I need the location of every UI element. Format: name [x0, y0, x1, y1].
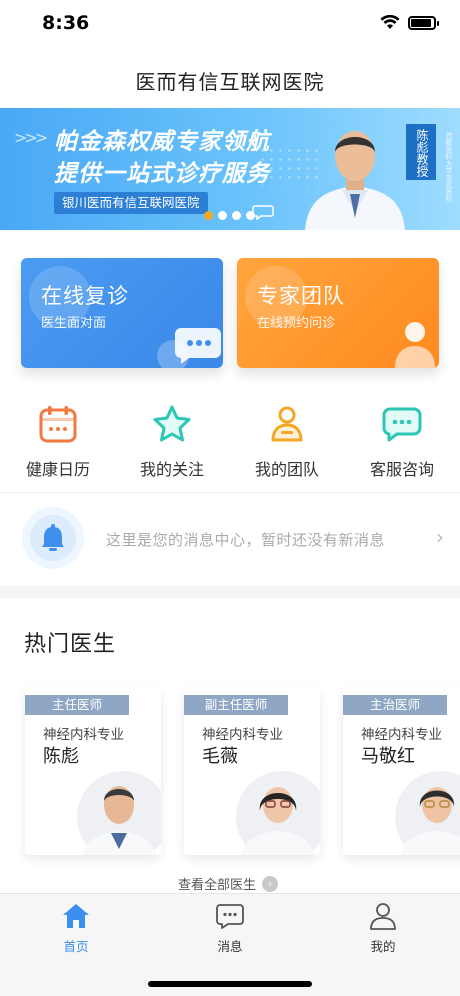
- entry-label: 我的关注: [139, 460, 204, 479]
- health-calendar-entry[interactable]: 健康日历: [3, 404, 113, 480]
- doctor-title-badge: 主治医师: [343, 695, 447, 715]
- doctor-photo: [77, 771, 161, 855]
- bell-glyph-icon: [42, 524, 64, 551]
- doctor-title-badge: 主任医师: [25, 695, 129, 715]
- message-center[interactable]: 这里是您的消息中心，暂时还没有新消息 ›: [0, 493, 460, 585]
- doctor-title-badge: 副主任医师: [184, 695, 288, 715]
- doctor-card[interactable]: 主任医师 神经内科专业 陈彪: [25, 687, 161, 855]
- doctor-department: 神经内科专业: [43, 727, 124, 743]
- pagination-dot-active[interactable]: [204, 211, 213, 220]
- tab-home[interactable]: 首页: [26, 902, 126, 955]
- chat-icon: [382, 407, 422, 442]
- doctor-portrait-image: [305, 131, 405, 230]
- hot-doctors-section: 热门医生 主任医师 神经内科专业 陈彪 副主任医师 神经内科专业 毛薇 主治医师…: [0, 598, 460, 894]
- arrows-decoration: >>>: [14, 128, 48, 147]
- expert-person-icon: [395, 322, 435, 368]
- doctor-photo: [236, 771, 320, 855]
- message-icon: [216, 904, 244, 929]
- status-bar: 8:36: [0, 0, 460, 50]
- banner-doctor-name: 陈彪教授: [406, 124, 436, 180]
- star-icon: [153, 405, 191, 442]
- tab-profile[interactable]: 我的: [333, 902, 433, 955]
- doctor-photo: [395, 771, 460, 855]
- chat-bubble-decoration-icon: [252, 205, 274, 220]
- expert-team-card[interactable]: 专家团队 在线预约问诊: [237, 258, 439, 368]
- banner-doctor-subtitle: 首都医科大学宣武医院: [445, 132, 453, 202]
- pagination-dot[interactable]: [218, 211, 227, 220]
- doctor-department: 神经内科专业: [361, 727, 442, 743]
- doctor-department: 神经内科专业: [202, 727, 283, 743]
- doctor-card[interactable]: 主治医师 神经内科专业 马敬红: [343, 687, 460, 855]
- banner-headline-1: 帕金森权威专家领航: [54, 129, 270, 155]
- card-subtitle: 医生面对面: [41, 316, 107, 331]
- banner-headline-2: 提供一站式诊疗服务: [54, 161, 270, 187]
- page-title: 医而有信互联网医院: [135, 70, 325, 94]
- my-follow-entry[interactable]: 我的关注: [117, 404, 227, 480]
- entry-label: 我的团队: [254, 460, 319, 479]
- bell-icon: [22, 507, 84, 569]
- banner-hospital-tag: 银川医而有信互联网医院: [54, 192, 208, 214]
- tab-label: 消息: [217, 939, 243, 954]
- banner-pagination[interactable]: [204, 211, 255, 220]
- online-revisit-card[interactable]: 在线复诊 医生面对面: [21, 258, 223, 368]
- view-all-doctors-link[interactable]: 查看全部医生 ›: [178, 874, 279, 893]
- tab-messages[interactable]: 消息: [180, 902, 280, 955]
- status-icons: [380, 15, 439, 30]
- team-icon: [271, 406, 303, 442]
- entry-label: 健康日历: [25, 460, 90, 479]
- user-icon: [370, 903, 396, 930]
- card-title: 专家团队: [257, 284, 345, 308]
- pagination-dot[interactable]: [232, 211, 241, 220]
- home-indicator[interactable]: [148, 981, 312, 987]
- message-center-text: 这里是您的消息中心，暂时还没有新消息: [106, 531, 386, 549]
- view-all-label: 查看全部医生: [178, 878, 257, 893]
- tab-label: 首页: [63, 939, 89, 954]
- section-title: 热门医生: [24, 632, 117, 657]
- doctor-card[interactable]: 副主任医师 神经内科专业 毛薇: [184, 687, 320, 855]
- battery-icon: [408, 15, 439, 30]
- status-time: 8:36: [42, 12, 90, 34]
- tab-label: 我的: [370, 939, 396, 954]
- calendar-icon: [39, 406, 77, 443]
- card-title: 在线复诊: [41, 284, 129, 308]
- entry-label: 客服咨询: [369, 460, 434, 479]
- wifi-icon: [380, 15, 400, 29]
- home-icon: [63, 904, 89, 928]
- app-screen: 8:36 医而有信互联网医院 >>> 帕金森权威专家领航 提供一站式诊疗服务 银…: [0, 0, 460, 996]
- chevron-right-icon: ›: [262, 875, 279, 892]
- card-subtitle: 在线预约问诊: [257, 316, 336, 331]
- chevron-right-icon: ›: [436, 525, 444, 549]
- my-team-entry[interactable]: 我的团队: [232, 404, 342, 480]
- nav-bar: 医而有信互联网医院: [0, 50, 460, 108]
- chat-bubble-icon: [157, 328, 221, 368]
- customer-service-entry[interactable]: 客服咨询: [347, 404, 457, 480]
